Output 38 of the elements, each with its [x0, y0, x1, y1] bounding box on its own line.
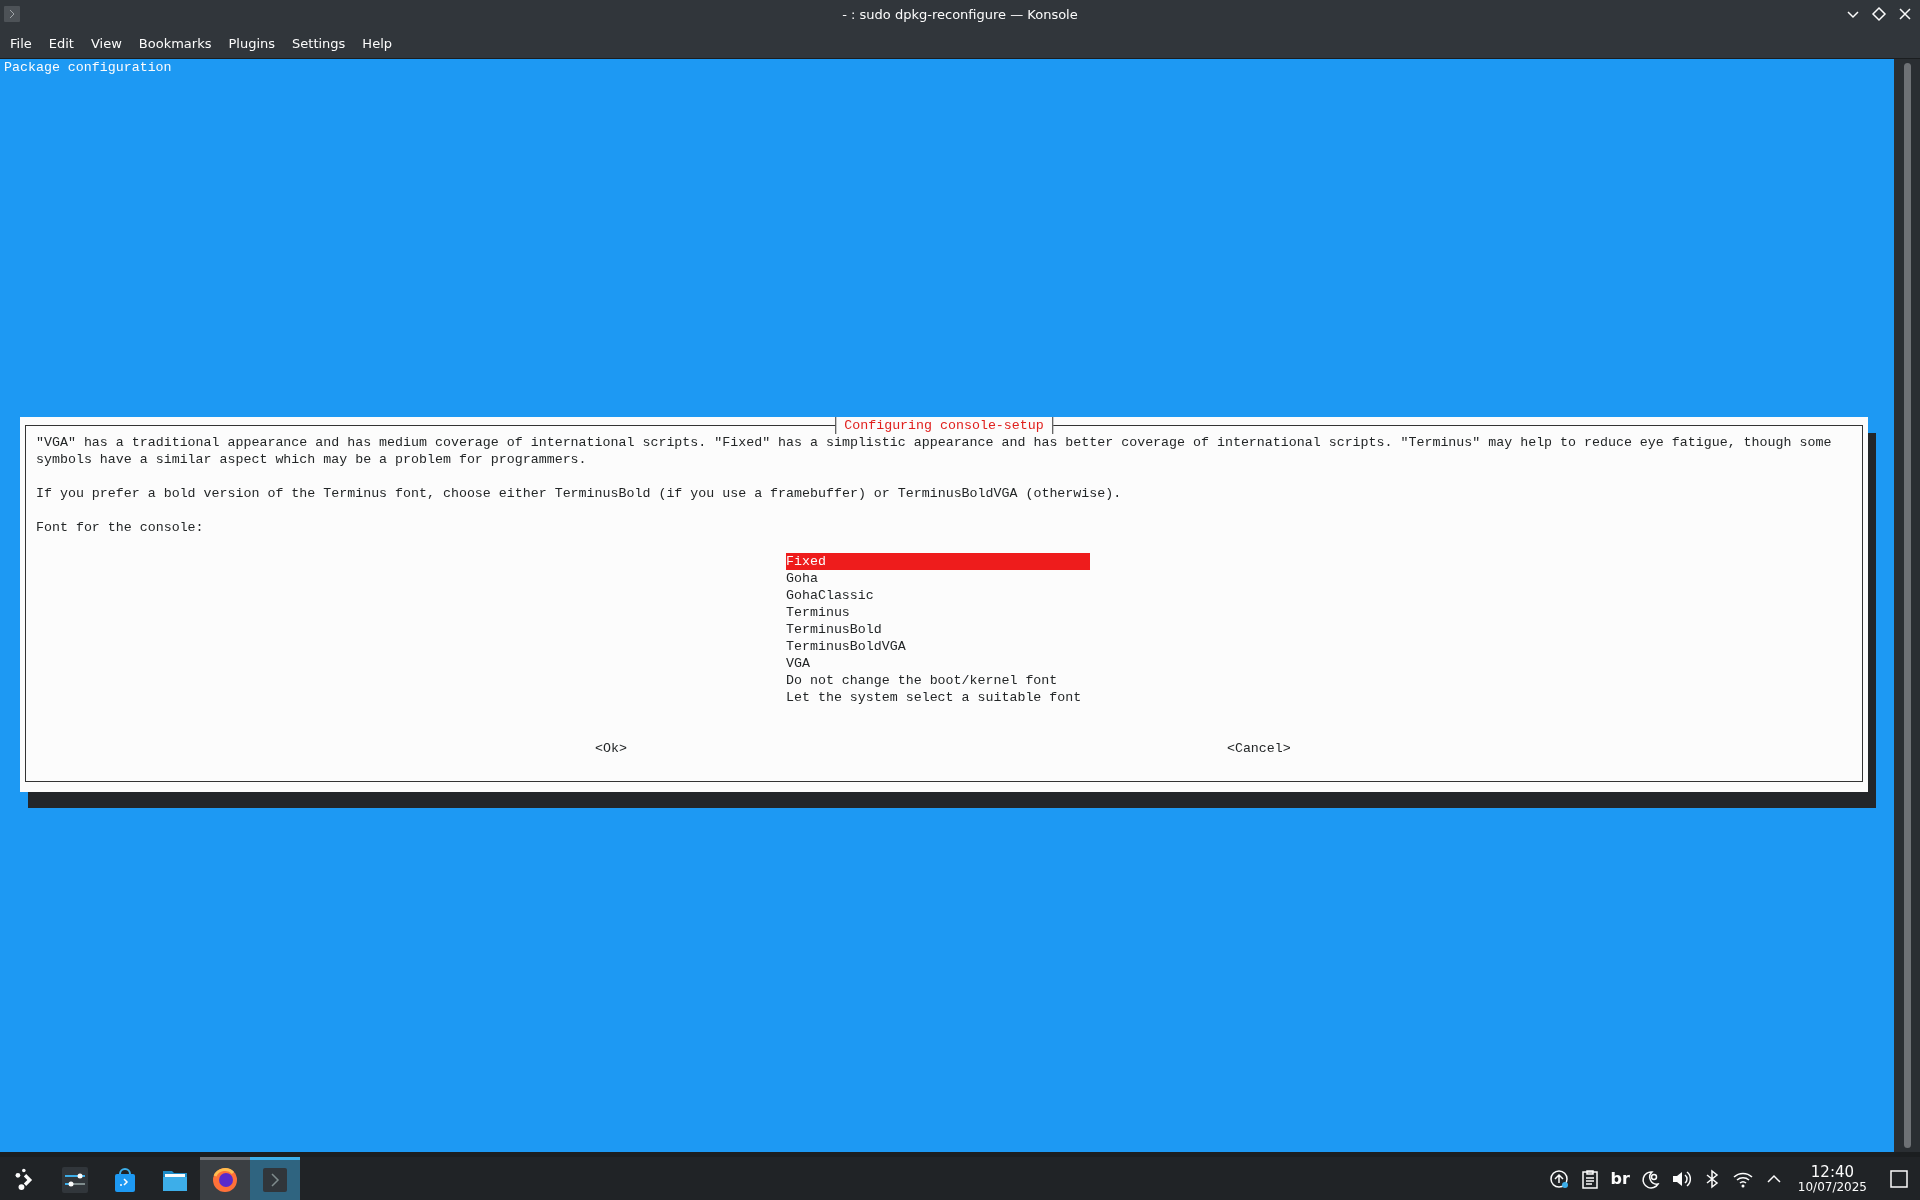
- list-option[interactable]: VGA: [786, 655, 1090, 672]
- clock-time: 12:40: [1810, 1163, 1855, 1180]
- taskbar-item[interactable]: [200, 1157, 250, 1200]
- hint-text: If you prefer a bold version of the Terminus font, choose either TerminusBold (if you use a framebuffer) or TerminusBoldVGA (otherwise).: [36, 485, 1123, 502]
- list-option[interactable]: Terminus: [786, 604, 1090, 621]
- terminal-icon[interactable]: [4, 6, 20, 22]
- menu-item[interactable]: Help: [354, 31, 401, 55]
- maximize-icon[interactable]: [1870, 5, 1888, 23]
- menu-item[interactable]: View: [82, 31, 131, 55]
- menu-item[interactable]: Edit: [40, 31, 83, 55]
- globe-icon[interactable]: [211, 1166, 239, 1194]
- menu-item[interactable]: File: [2, 31, 41, 55]
- scrollbar-thumb[interactable]: [1903, 63, 1911, 1148]
- update-icon[interactable]: [1548, 1167, 1571, 1190]
- clock[interactable]: 12:40 10/07/2025: [1797, 1163, 1867, 1194]
- menu-item[interactable]: Plugins: [220, 31, 285, 55]
- dialog-button[interactable]: <Ok>: [595, 740, 627, 757]
- prompt-text: Font for the console:: [36, 519, 205, 536]
- list-option[interactable]: Goha: [786, 570, 1090, 587]
- desktop-icon[interactable]: [1888, 1167, 1910, 1190]
- dialog-button[interactable]: <Cancel>: [1226, 740, 1291, 757]
- list-option[interactable]: TerminusBoldVGA: [786, 638, 1090, 655]
- menu-item[interactable]: Bookmarks: [130, 31, 221, 55]
- dialog-title: Configuring console-setup: [835, 417, 1053, 434]
- sliders-icon[interactable]: [61, 1166, 89, 1194]
- description-text: symbols have a similar aspect which may be a problem for programmers.: [36, 451, 588, 468]
- clock-date: 10/07/2025: [1797, 1179, 1867, 1194]
- list-option[interactable]: Do not change the boot/kernel font: [786, 672, 1090, 689]
- list-option[interactable]: GohaClassic: [786, 587, 1090, 604]
- list-option[interactable]: Let the system select a suitable font: [786, 689, 1090, 706]
- list-option[interactable]: TerminusBold: [786, 621, 1090, 638]
- list-option[interactable]: Fixed: [786, 553, 1090, 570]
- keyboard-layout-indicator[interactable]: br: [1610, 1169, 1630, 1188]
- terminal-header: Package configuration: [4, 59, 173, 76]
- scrollbar-track[interactable]: [1894, 59, 1920, 1152]
- description-text: "VGA" has a traditional appearance and has medium coverage of international scripts. "Fixed" has a simplistic appearance and has better coverage of international scripts. "Terminus" may help to reduce eye fatigue, though some: [36, 434, 1833, 451]
- menu-item[interactable]: Settings: [284, 31, 355, 55]
- window-title: - : sudo dpkg-reconfigure — Konsole: [842, 6, 1078, 22]
